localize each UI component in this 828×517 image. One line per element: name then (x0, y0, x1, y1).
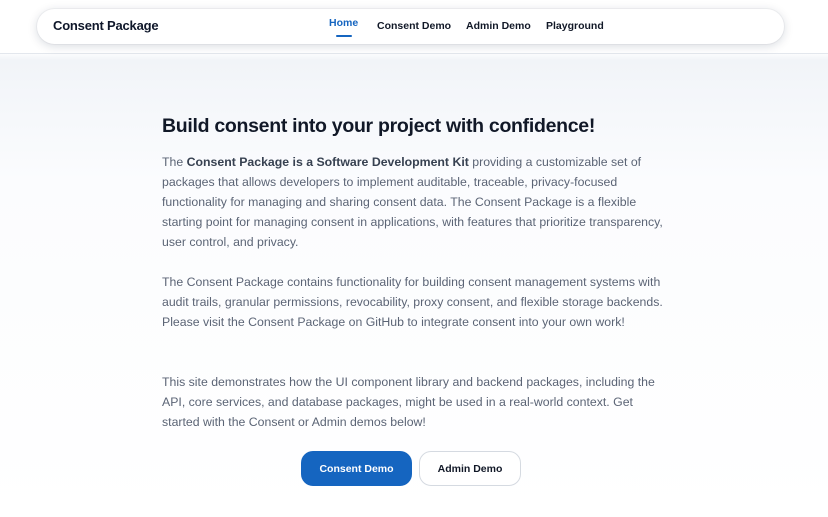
main-content: Build consent into your project with con… (162, 112, 672, 429)
features-paragraph: The Consent Package contains functionali… (162, 275, 663, 329)
intro-highlight: Consent Package is a Software Developmen… (186, 155, 469, 169)
nav-links: Home Consent Demo Admin Demo Playground (37, 9, 784, 44)
nav-consent-demo[interactable]: Consent Demo (377, 20, 451, 32)
navbar: Consent Package Home Consent Demo Admin … (37, 9, 784, 44)
nav-home-label: Home (329, 17, 359, 29)
active-indicator (335, 35, 352, 37)
intro-pre: The (162, 155, 187, 169)
intro-post: providing a customizable set of packages… (162, 155, 663, 249)
nav-admin-demo[interactable]: Admin Demo (466, 20, 531, 32)
consent-demo-button[interactable]: Consent Demo (301, 451, 412, 486)
demo-paragraph: This site demonstrates how the UI compon… (162, 375, 655, 429)
admin-demo-button[interactable]: Admin Demo (419, 451, 521, 486)
nav-home[interactable]: Home (329, 17, 359, 37)
intro-paragraph: The Consent Package is a Software Develo… (162, 152, 672, 252)
page-title: Build consent into your project with con… (162, 115, 596, 137)
nav-playground[interactable]: Playground (546, 20, 604, 32)
